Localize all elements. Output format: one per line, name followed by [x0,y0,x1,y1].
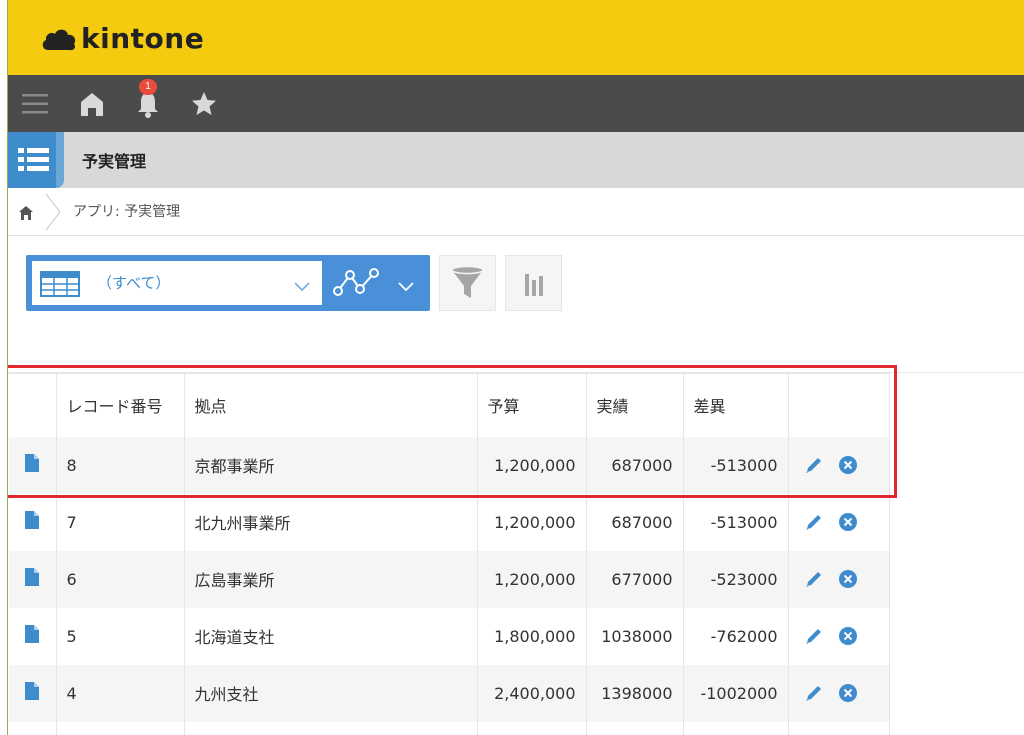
table-row: 6 広島事業所 1,200,000 677000 -523000 [9,550,890,608]
budget-cell: 2,400,000 [477,664,587,722]
star-icon[interactable] [189,89,219,119]
actual-cell: 677000 [586,550,684,608]
delete-icon[interactable] [838,683,858,703]
record-number-cell [56,721,185,735]
logo-text: kintone [81,22,205,55]
header-budget[interactable]: 予算 [477,373,587,437]
record-detail-cell[interactable] [9,550,57,608]
page-left-border [0,0,8,735]
budget-cell: 1,200,000 [477,550,587,608]
table-header-row: レコード番号 拠点 予算 実績 差異 [9,373,890,437]
graph-button[interactable] [505,255,562,311]
graph-icon[interactable] [330,265,384,301]
home-icon[interactable] [77,89,107,119]
header-detail-column [9,373,57,437]
record-number-cell: 6 [56,550,185,608]
actions-cell [788,550,890,608]
budget-cell: 1,200,000 [477,493,587,551]
breadcrumb-separator [44,192,64,232]
actual-cell: 687000 [586,493,684,551]
app-title[interactable]: 予実管理 [82,148,146,172]
delete-icon[interactable] [838,512,858,532]
record-number-cell: 4 [56,664,185,722]
actions-cell [788,493,890,551]
site-cell: 九州支社 [184,664,478,722]
chevron-down-icon[interactable] [293,278,311,297]
graph-chevron-down-icon[interactable] [397,278,415,297]
list-app-icon[interactable] [8,132,56,188]
record-detail-icon[interactable] [24,681,40,701]
kintone-logo[interactable]: kintone [40,22,204,55]
record-detail-cell[interactable] [9,664,57,722]
app-header [8,132,1024,188]
table-row: 4 九州支社 2,400,000 1398000 -1002000 [9,664,890,722]
notification-badge: 1 [139,79,157,95]
site-cell [184,721,478,735]
record-number-cell: 8 [56,436,185,494]
difference-cell [683,721,789,735]
header-actual[interactable]: 実績 [586,373,684,437]
filter-button[interactable] [439,255,496,311]
bar-chart-icon [525,274,543,296]
record-detail-cell[interactable] [9,607,57,665]
edit-icon[interactable] [803,454,825,476]
actions-cell [788,436,890,494]
site-cell: 北九州事業所 [184,493,478,551]
actions-cell [788,721,890,735]
view-selected-label: （すべて） [97,274,171,292]
table-row-partial [9,721,890,735]
delete-icon[interactable] [838,626,858,646]
actions-cell [788,664,890,722]
site-cell: 京都事業所 [184,436,478,494]
actual-cell: 1038000 [586,607,684,665]
header-difference[interactable]: 差異 [683,373,789,437]
site-cell: 北海道支社 [184,607,478,665]
difference-cell: -513000 [683,436,789,494]
filter-icon [451,265,484,298]
budget-cell [477,721,587,735]
record-detail-icon[interactable] [24,567,40,587]
record-detail-icon[interactable] [24,453,40,473]
edit-icon[interactable] [803,682,825,704]
delete-icon[interactable] [838,569,858,589]
actions-cell [788,607,890,665]
actual-cell [586,721,684,735]
records-table: レコード番号 拠点 予算 実績 差異 8 京都事業所 1,200,000 687… [9,373,890,735]
delete-icon[interactable] [838,455,858,475]
breadcrumb-home-icon[interactable] [18,205,34,221]
header-actions-column [788,373,890,437]
edit-icon[interactable] [803,511,825,533]
site-cell: 広島事業所 [184,550,478,608]
breadcrumb-app-link[interactable]: アプリ: 予実管理 [73,201,180,221]
record-detail-cell[interactable] [9,493,57,551]
record-number-cell: 5 [56,607,185,665]
table-view-icon [40,271,80,301]
cloud-logo-icon [42,29,76,50]
record-number-cell: 7 [56,493,185,551]
table-row: 7 北九州事業所 1,200,000 687000 -513000 [9,493,890,551]
record-detail-cell[interactable] [9,436,57,494]
menu-icon[interactable] [20,89,50,119]
difference-cell: -1002000 [683,664,789,722]
empty-cell [9,721,57,735]
budget-cell: 1,800,000 [477,607,587,665]
table-row: 8 京都事業所 1,200,000 687000 -513000 [9,436,890,494]
header-record-number[interactable]: レコード番号 [56,373,185,437]
record-detail-icon[interactable] [24,624,40,644]
actual-cell: 1398000 [586,664,684,722]
actual-cell: 687000 [586,436,684,494]
header-site[interactable]: 拠点 [184,373,478,437]
difference-cell: -513000 [683,493,789,551]
table-row: 5 北海道支社 1,800,000 1038000 -762000 [9,607,890,665]
edit-icon[interactable] [803,568,825,590]
budget-cell: 1,200,000 [477,436,587,494]
difference-cell: -523000 [683,550,789,608]
edit-icon[interactable] [803,625,825,647]
record-detail-icon[interactable] [24,510,40,530]
difference-cell: -762000 [683,607,789,665]
